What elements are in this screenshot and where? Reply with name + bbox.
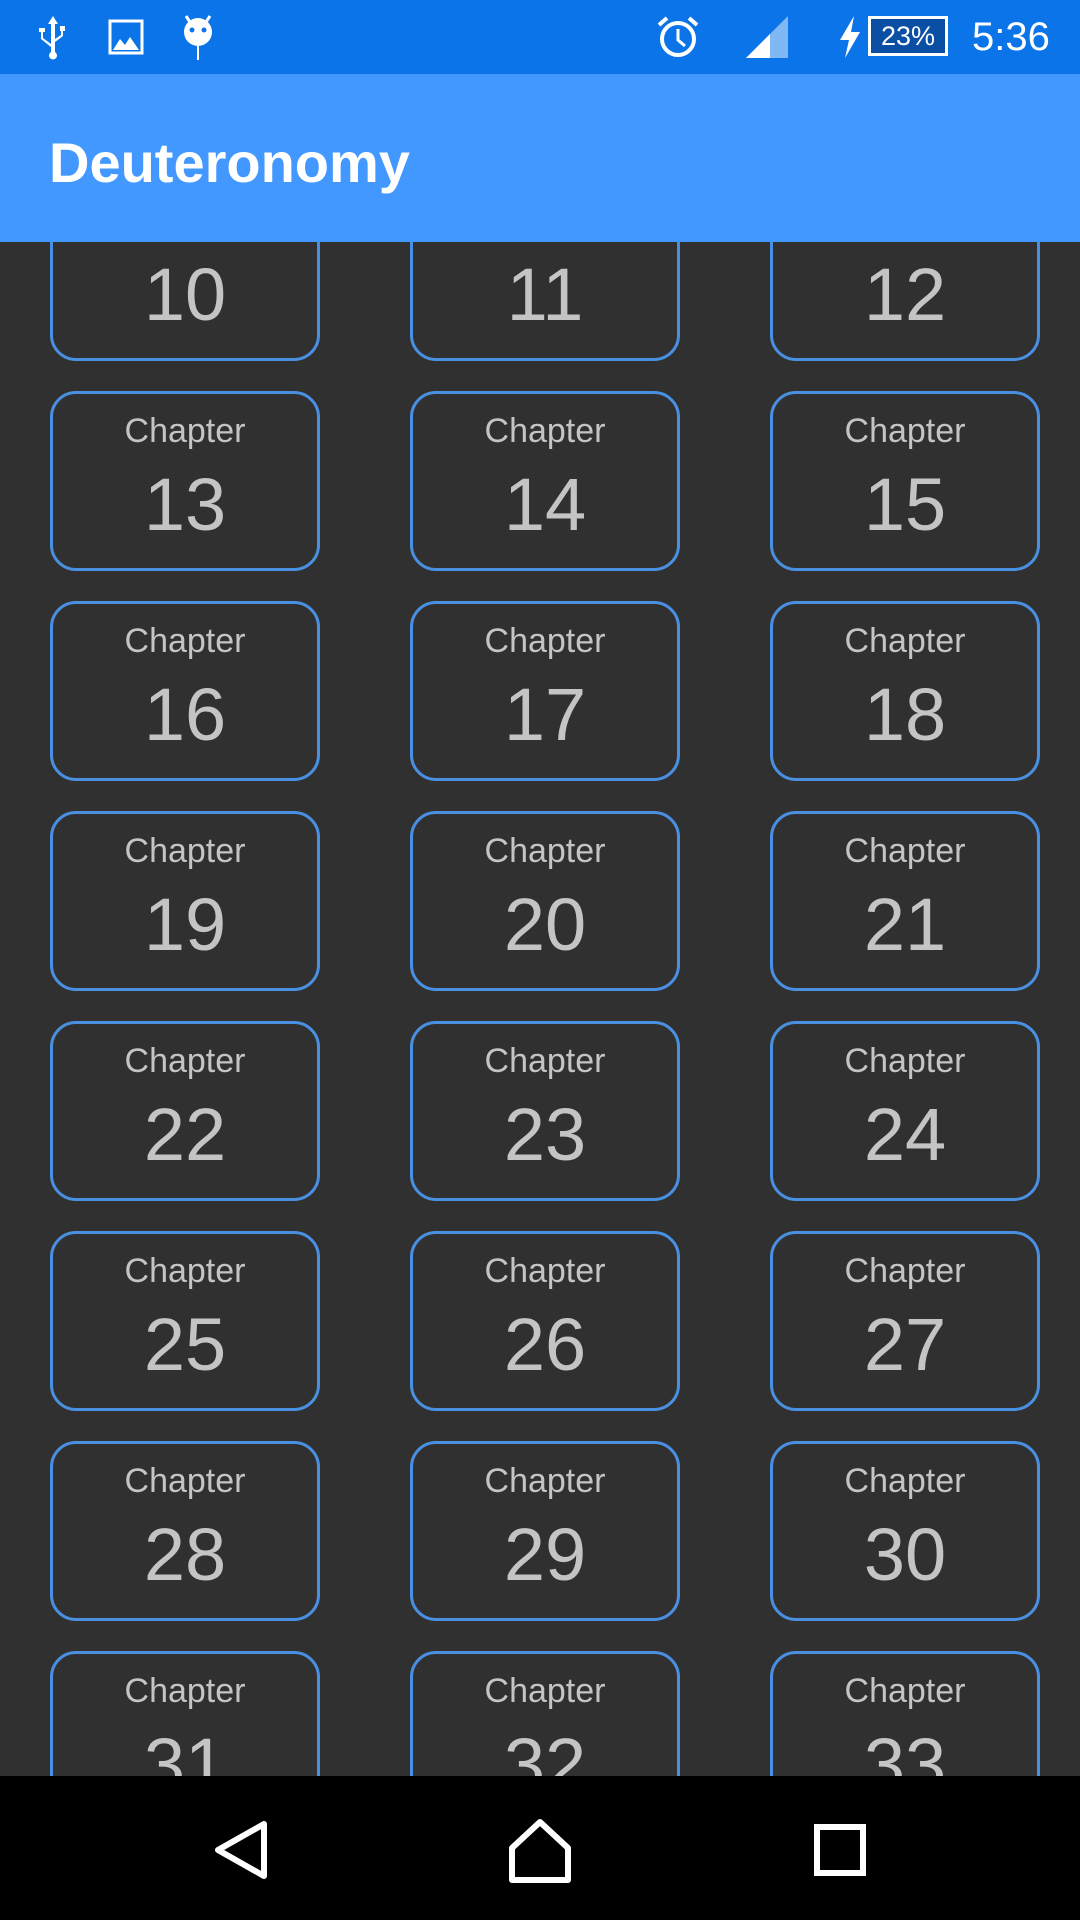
home-icon[interactable]	[500, 1810, 580, 1890]
chapter-number: 21	[863, 883, 947, 966]
image-icon	[108, 14, 144, 60]
chapter-number: 30	[863, 1513, 947, 1596]
page-title: Deuteronomy	[49, 131, 410, 194]
chapter-label: Chapter	[484, 832, 606, 870]
chapter-button-13[interactable]: Chapter 13	[50, 391, 320, 571]
navigation-bar	[0, 1776, 1080, 1920]
chapter-number: 15	[863, 463, 947, 546]
chapter-button-22[interactable]: Chapter 22	[50, 1021, 320, 1201]
status-bar: 23% 5:36	[0, 0, 1080, 74]
alarm-icon	[656, 14, 700, 60]
chapter-button-14[interactable]: Chapter 14	[410, 391, 680, 571]
chapter-label: Chapter	[484, 1042, 606, 1080]
chapter-number: 27	[863, 1303, 947, 1386]
chapter-number: 13	[143, 463, 227, 546]
chapter-label: Chapter	[124, 1252, 246, 1290]
chapter-button-18[interactable]: Chapter 18	[770, 601, 1040, 781]
usb-icon	[36, 14, 70, 60]
chapter-button-25[interactable]: Chapter 25	[50, 1231, 320, 1411]
signal-icon	[744, 14, 790, 60]
charging-icon	[836, 14, 864, 60]
chapter-number: 19	[143, 883, 227, 966]
chapter-button-28[interactable]: Chapter 28	[50, 1441, 320, 1621]
chapter-button-29[interactable]: Chapter 29	[410, 1441, 680, 1621]
chapter-button-24[interactable]: Chapter 24	[770, 1021, 1040, 1201]
chapter-button-27[interactable]: Chapter 27	[770, 1231, 1040, 1411]
chapter-number: 12	[863, 253, 947, 336]
chapter-number: 17	[503, 673, 587, 756]
chapter-number: 24	[863, 1093, 947, 1176]
chapter-button-23[interactable]: Chapter 23	[410, 1021, 680, 1201]
chapter-button-15[interactable]: Chapter 15	[770, 391, 1040, 571]
clock: 5:36	[972, 14, 1050, 59]
chapter-label: Chapter	[124, 1042, 246, 1080]
chapter-label: Chapter	[844, 832, 966, 870]
recents-icon[interactable]	[800, 1810, 880, 1890]
chapter-label: Chapter	[124, 1672, 246, 1710]
chapter-label: Chapter	[124, 622, 246, 660]
chapter-button-32[interactable]: Chapter 32	[410, 1651, 680, 1776]
chapter-label: Chapter	[484, 1672, 606, 1710]
chapter-number: 33	[863, 1723, 947, 1776]
chapter-number: 11	[506, 253, 584, 336]
chapter-label: Chapter	[844, 412, 966, 450]
chapter-number: 18	[863, 673, 947, 756]
chapter-button-30[interactable]: Chapter 30	[770, 1441, 1040, 1621]
android-debug-icon	[180, 14, 216, 60]
chapter-label: Chapter	[124, 832, 246, 870]
chapter-label: Chapter	[124, 412, 246, 450]
chapter-button-11[interactable]: Chapter11	[410, 242, 680, 361]
chapter-button-26[interactable]: Chapter 26	[410, 1231, 680, 1411]
chapter-number: 16	[143, 673, 227, 756]
chapter-button-19[interactable]: Chapter 19	[50, 811, 320, 991]
chapter-number: 23	[503, 1093, 587, 1176]
chapter-number: 28	[143, 1513, 227, 1596]
chapter-button-33[interactable]: Chapter 33	[770, 1651, 1040, 1776]
chapter-label: Chapter	[484, 412, 606, 450]
chapter-number: 32	[503, 1723, 587, 1776]
chapter-label: Chapter	[124, 1462, 246, 1500]
chapter-label: Chapter	[844, 1462, 966, 1500]
chapter-label: Chapter	[484, 1462, 606, 1500]
chapter-number: 22	[143, 1093, 227, 1176]
chapter-button-31[interactable]: Chapter 31	[50, 1651, 320, 1776]
chapter-label: Chapter	[844, 1252, 966, 1290]
app-bar: Deuteronomy	[0, 74, 1080, 242]
chapter-label: Chapter	[844, 1672, 966, 1710]
back-icon[interactable]	[202, 1810, 282, 1890]
chapter-number: 14	[503, 463, 587, 546]
chapter-button-21[interactable]: Chapter 21	[770, 811, 1040, 991]
chapter-grid[interactable]: Chapter10Chapter11Chapter12Chapter13Chap…	[0, 242, 1080, 1776]
chapter-button-17[interactable]: Chapter 17	[410, 601, 680, 781]
battery-indicator: 23%	[868, 16, 948, 56]
chapter-label: Chapter	[844, 1042, 966, 1080]
chapter-number: 25	[143, 1303, 227, 1386]
chapter-number: 31	[143, 1723, 227, 1776]
chapter-label: Chapter	[844, 622, 966, 660]
chapter-label: Chapter	[484, 1252, 606, 1290]
chapter-button-20[interactable]: Chapter 20	[410, 811, 680, 991]
chapter-button-16[interactable]: Chapter 16	[50, 601, 320, 781]
chapter-number: 10	[143, 253, 227, 336]
chapter-number: 20	[503, 883, 587, 966]
chapter-label: Chapter	[484, 622, 606, 660]
chapter-button-12[interactable]: Chapter12	[770, 242, 1040, 361]
chapter-number: 29	[503, 1513, 587, 1596]
chapter-number: 26	[503, 1303, 587, 1386]
chapter-button-10[interactable]: Chapter10	[50, 242, 320, 361]
